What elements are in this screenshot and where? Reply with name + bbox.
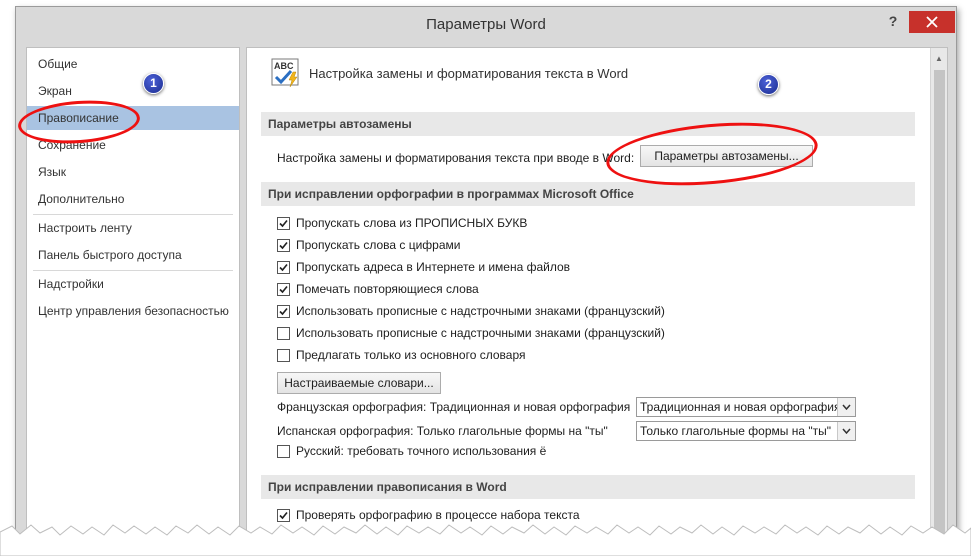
sidebar-item-quick-access-toolbar[interactable]: Панель быстрого доступа xyxy=(27,243,239,267)
checkmark-icon xyxy=(279,307,288,316)
select-value: Традиционная и новая орфография xyxy=(640,400,841,414)
checkmark-icon xyxy=(279,263,288,272)
svg-text:ABC: ABC xyxy=(274,61,294,71)
checkbox-label: Русский: требовать точного использования… xyxy=(296,444,547,458)
abc-check-icon: ABC xyxy=(271,58,299,88)
dropdown-button[interactable] xyxy=(837,398,855,416)
sidebar-divider xyxy=(33,214,233,215)
office-proofing-section-header: При исправлении орфографии в программах … xyxy=(261,182,915,206)
panel-header-title: Настройка замены и форматирования текста… xyxy=(309,66,629,81)
checkbox-label: Пропускать слова из ПРОПИСНЫХ БУКВ xyxy=(296,216,528,230)
spanish-modes-select[interactable]: Только глагольные формы на "ты" xyxy=(636,421,856,441)
help-button[interactable]: ? xyxy=(884,13,902,31)
dropdown-button[interactable] xyxy=(837,422,855,440)
checkmark-icon xyxy=(279,219,288,228)
scroll-up-icon[interactable]: ▲ xyxy=(935,54,943,63)
checkmark-icon xyxy=(279,511,288,520)
checkbox-label: Пропускать адреса в Интернете и имена фа… xyxy=(296,260,571,274)
checkbox[interactable] xyxy=(277,283,290,296)
vertical-scrollbar[interactable]: ▲ xyxy=(930,48,947,547)
checkbox-label: Пропускать слова с цифрами xyxy=(296,238,461,252)
annotation-badge-1: 1 xyxy=(143,73,164,94)
checkbox[interactable] xyxy=(277,327,290,340)
autocorrect-section-header: Параметры автозамены xyxy=(261,112,915,136)
checkbox[interactable] xyxy=(277,349,290,362)
french-modes-label: Французская орфография: Традиционная и н… xyxy=(277,400,631,414)
sidebar-item-customize-ribbon[interactable]: Настроить ленту xyxy=(27,216,239,240)
checkbox-label: Проверять орфографию в процессе набора т… xyxy=(296,508,580,522)
checkbox[interactable] xyxy=(277,305,290,318)
autocorrect-description: Настройка замены и форматирования текста… xyxy=(277,151,635,165)
checkmark-icon xyxy=(279,285,288,294)
select-value: Только глагольные формы на "ты" xyxy=(640,424,831,438)
custom-dictionaries-button[interactable]: Настраиваемые словари... xyxy=(277,372,441,394)
word-proofing-section-header: При исправлении правописания в Word xyxy=(261,475,915,499)
checkmark-icon xyxy=(279,241,288,250)
chevron-down-icon xyxy=(842,404,851,410)
title-bar[interactable]: Параметры Word ? xyxy=(16,7,956,39)
checkbox-label: Использовать прописные с надстрочными зн… xyxy=(296,304,665,318)
sidebar-item-general[interactable]: Общие xyxy=(27,52,239,76)
sidebar-item-add-ins[interactable]: Надстройки xyxy=(27,272,239,296)
checkbox-label: Предлагать только из основного словаря xyxy=(296,348,526,362)
sidebar-item-display[interactable]: Экран xyxy=(27,79,239,103)
checkbox[interactable] xyxy=(277,509,290,522)
close-button[interactable] xyxy=(909,11,955,33)
proofing-panel: ABC Настройка замены и форматирования те… xyxy=(246,47,948,547)
sidebar-item-trust-center[interactable]: Центр управления безопасностью xyxy=(27,299,239,323)
checkbox-label: Помечать повторяющиеся слова xyxy=(296,282,479,296)
checkbox[interactable] xyxy=(277,239,290,252)
torn-edge-decoration xyxy=(0,524,971,556)
spanish-modes-label: Испанская орфография: Только глагольные … xyxy=(277,424,608,438)
checkbox[interactable] xyxy=(277,445,290,458)
dialog-title: Параметры Word xyxy=(426,16,546,33)
scroll-thumb[interactable] xyxy=(934,70,945,540)
close-icon xyxy=(926,16,938,28)
sidebar-item-language[interactable]: Язык xyxy=(27,160,239,184)
sidebar-divider xyxy=(33,270,233,271)
checkbox[interactable] xyxy=(277,261,290,274)
sidebar-item-advanced[interactable]: Дополнительно xyxy=(27,187,239,211)
checkbox[interactable] xyxy=(277,217,290,230)
checkbox-label: Использовать прописные с надстрочными зн… xyxy=(296,326,665,340)
french-modes-select[interactable]: Традиционная и новая орфография xyxy=(636,397,856,417)
annotation-badge-2: 2 xyxy=(758,74,779,95)
chevron-down-icon xyxy=(842,428,851,434)
